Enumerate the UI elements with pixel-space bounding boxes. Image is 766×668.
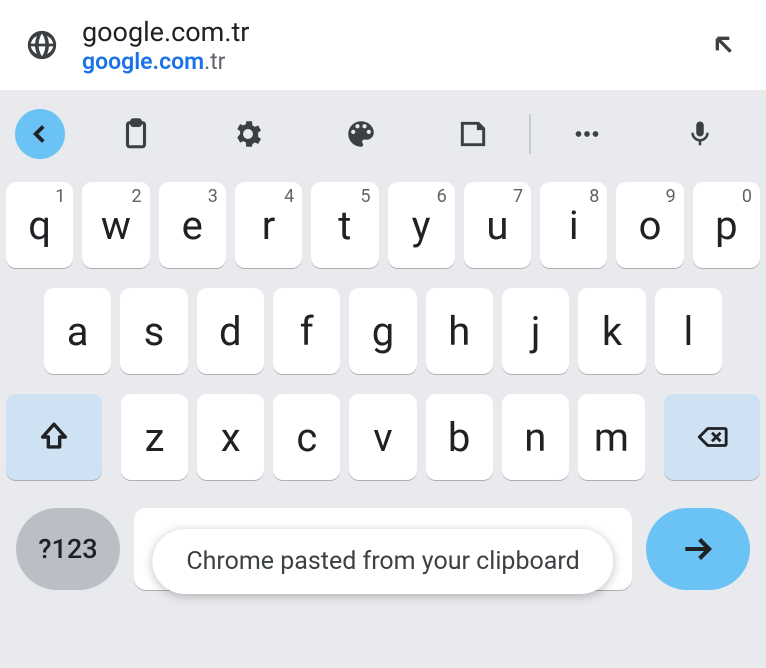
symbols-key[interactable]: ?123 bbox=[16, 508, 120, 590]
key-u[interactable]: u7 bbox=[464, 182, 531, 268]
voice-input-button[interactable] bbox=[644, 90, 756, 178]
keyboard-toolbar bbox=[0, 90, 766, 178]
key-p[interactable]: p0 bbox=[693, 182, 760, 268]
key-t[interactable]: t5 bbox=[311, 182, 378, 268]
key-c[interactable]: c bbox=[273, 394, 340, 480]
virtual-keyboard: q1 w2 e3 r4 t5 y6 u7 i8 o9 p0 a s d f g … bbox=[0, 90, 766, 668]
key-i[interactable]: i8 bbox=[540, 182, 607, 268]
enter-key[interactable] bbox=[646, 508, 750, 590]
suggestion-url: google.com.tr bbox=[82, 48, 702, 75]
key-d[interactable]: d bbox=[197, 288, 264, 374]
key-o[interactable]: o9 bbox=[616, 182, 683, 268]
key-q[interactable]: q1 bbox=[6, 182, 73, 268]
key-z[interactable]: z bbox=[121, 394, 188, 480]
globe-icon bbox=[20, 28, 64, 62]
suggestion-title: google.com.tr bbox=[82, 16, 702, 48]
keyboard-rows: q1 w2 e3 r4 t5 y6 u7 i8 o9 p0 a s d f g … bbox=[0, 178, 766, 668]
backspace-key[interactable] bbox=[664, 394, 760, 480]
key-r[interactable]: r4 bbox=[235, 182, 302, 268]
settings-button[interactable] bbox=[192, 90, 304, 178]
key-f[interactable]: f bbox=[273, 288, 340, 374]
key-l[interactable]: l bbox=[655, 288, 722, 374]
key-g[interactable]: g bbox=[349, 288, 416, 374]
key-k[interactable]: k bbox=[578, 288, 645, 374]
key-j[interactable]: j bbox=[502, 288, 569, 374]
insert-suggestion-icon[interactable] bbox=[702, 29, 746, 61]
shift-key[interactable] bbox=[6, 394, 102, 480]
key-b[interactable]: b bbox=[426, 394, 493, 480]
key-h[interactable]: h bbox=[426, 288, 493, 374]
clipboard-button[interactable] bbox=[80, 90, 192, 178]
more-button[interactable] bbox=[531, 90, 643, 178]
key-y[interactable]: y6 bbox=[388, 182, 455, 268]
key-a[interactable]: a bbox=[44, 288, 111, 374]
suggestion-text: google.com.tr google.com.tr bbox=[64, 16, 702, 75]
key-n[interactable]: n bbox=[502, 394, 569, 480]
key-v[interactable]: v bbox=[349, 394, 416, 480]
theme-button[interactable] bbox=[305, 90, 417, 178]
sticker-button[interactable] bbox=[417, 90, 529, 178]
key-s[interactable]: s bbox=[120, 288, 187, 374]
key-e[interactable]: e3 bbox=[159, 182, 226, 268]
clipboard-toast: Chrome pasted from your clipboard bbox=[152, 529, 613, 594]
key-m[interactable]: m bbox=[578, 394, 645, 480]
key-row-1: q1 w2 e3 r4 t5 y6 u7 i8 o9 p0 bbox=[6, 182, 760, 268]
key-row-3: z x c v b n m bbox=[6, 394, 760, 480]
key-x[interactable]: x bbox=[197, 394, 264, 480]
omnibox-suggestion-row[interactable]: google.com.tr google.com.tr bbox=[0, 0, 766, 90]
toolbar-collapse-button[interactable] bbox=[15, 109, 65, 159]
key-w[interactable]: w2 bbox=[82, 182, 149, 268]
key-row-2: a s d f g h j k l bbox=[6, 288, 760, 374]
